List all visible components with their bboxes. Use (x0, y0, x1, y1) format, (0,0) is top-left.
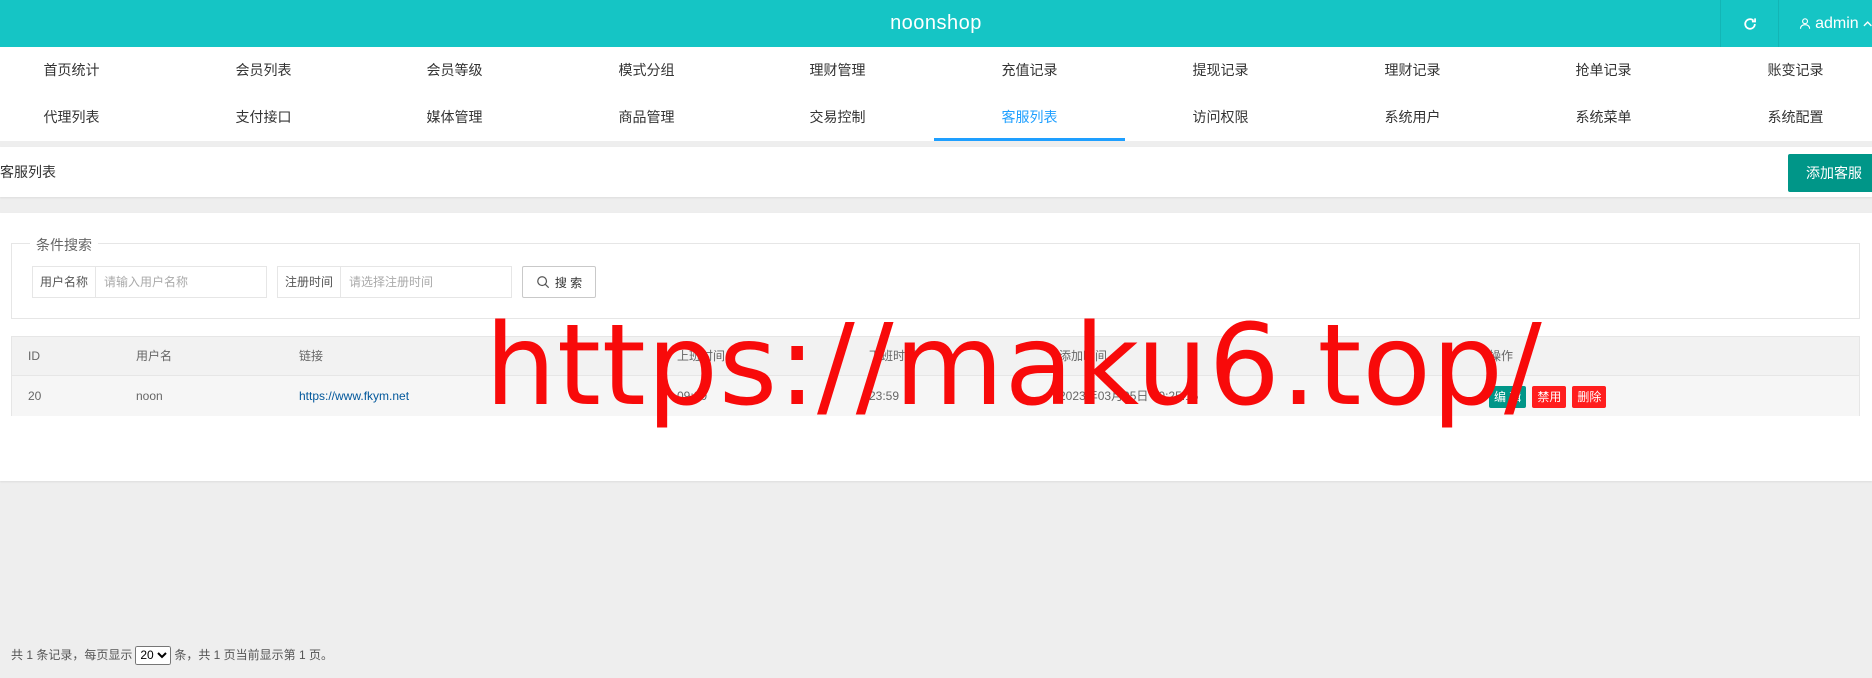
search-button-label: 搜 索 (554, 275, 583, 290)
cell-id: 20 (28, 389, 42, 403)
nav-item[interactable]: 会员等级 (359, 47, 550, 94)
nav-item[interactable]: 访问权限 (1125, 94, 1316, 141)
nav-item[interactable]: 代理列表 (0, 94, 167, 141)
pagination-info: 共 1 条记录，每页显示 20 条，共 1 页当前显示第 1 页。 (11, 645, 333, 665)
refresh-button[interactable] (1720, 0, 1778, 47)
cell-username: noon (136, 389, 163, 403)
nav-item[interactable]: 系统菜单 (1508, 94, 1699, 141)
pager-prefix: 共 1 条记录，每页显示 (11, 648, 133, 662)
username-filter: 用户名称 (32, 266, 267, 298)
nav-item[interactable]: 交易控制 (742, 94, 933, 141)
username-label: 用户名称 (33, 267, 97, 297)
pager-suffix: 条，共 1 页当前显示第 1 页。 (174, 648, 334, 662)
nav-item-active[interactable]: 客服列表 (934, 94, 1125, 141)
regtime-input[interactable] (341, 267, 502, 297)
cell-link[interactable]: https://www.fkym.net (299, 376, 409, 416)
delete-button[interactable]: 删除 (1572, 385, 1607, 408)
col-header-id: ID (28, 349, 40, 363)
main-nav: 首页统计 会员列表 会员等级 模式分组 理财管理 充值记录 提现记录 理财记录 … (0, 47, 1872, 141)
nav-item[interactable]: 理财管理 (742, 47, 933, 94)
nav-item[interactable]: 商品管理 (551, 94, 742, 141)
watermark-overlay: https://maku6.top/ (485, 301, 1543, 431)
nav-item[interactable]: 理财记录 (1317, 47, 1508, 94)
username-input[interactable] (96, 267, 257, 297)
nav-item[interactable]: 会员列表 (168, 47, 359, 94)
nav-item[interactable]: 充值记录 (934, 47, 1125, 94)
regtime-label: 注册时间 (278, 267, 342, 297)
nav-item[interactable]: 账变记录 (1700, 47, 1872, 94)
search-icon (536, 276, 549, 289)
nav-item[interactable]: 模式分组 (551, 47, 742, 94)
search-button[interactable]: 搜 索 (522, 266, 596, 298)
top-header: noonshop admin (0, 0, 1872, 47)
nav-item[interactable]: 提现记录 (1125, 47, 1316, 94)
col-header-link: 链接 (299, 349, 324, 363)
col-header-username: 用户名 (136, 349, 173, 363)
nav-item[interactable]: 媒体管理 (359, 94, 550, 141)
nav-item[interactable]: 首页统计 (0, 47, 167, 94)
refresh-icon (1743, 17, 1756, 30)
nav-item[interactable]: 支付接口 (168, 94, 359, 141)
add-service-button[interactable]: 添加客服 (1788, 154, 1872, 192)
nav-item[interactable]: 抢单记录 (1508, 47, 1699, 94)
search-legend: 条件搜索 (30, 235, 98, 255)
regtime-filter: 注册时间 (277, 266, 512, 298)
app-title: noonshop (890, 12, 982, 34)
user-menu[interactable]: admin (1778, 0, 1872, 47)
user-icon (1799, 18, 1811, 29)
breadcrumb: 客服列表 (0, 164, 56, 180)
nav-item[interactable]: 系统配置 (1700, 94, 1872, 141)
user-name: admin (1815, 14, 1859, 32)
nav-item[interactable]: 系统用户 (1317, 94, 1508, 141)
chevron-down-icon (1863, 20, 1872, 26)
page-toolbar: 客服列表 添加客服 (0, 147, 1872, 197)
page-size-select[interactable]: 20 (135, 645, 172, 665)
